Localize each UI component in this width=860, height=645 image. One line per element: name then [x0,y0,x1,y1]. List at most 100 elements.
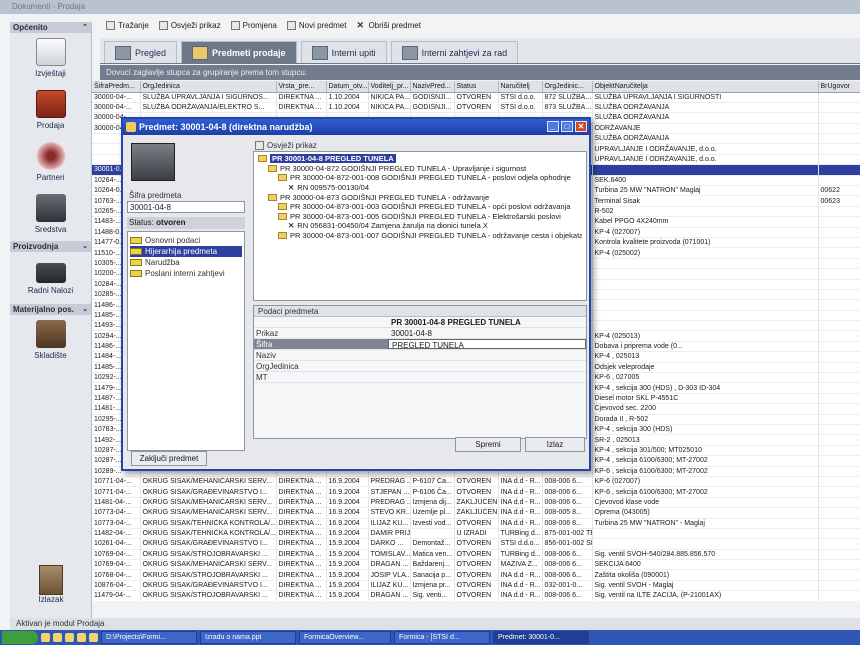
case-code-field[interactable]: 30001-04-8 [127,201,245,213]
quick-launch-icon[interactable] [89,633,98,642]
toolbar-refresh-button[interactable]: Osvježi prikaz [158,20,221,30]
save-button[interactable]: Spremi [455,437,521,452]
dialog-refresh-button[interactable]: Osvježi prikaz [253,139,587,151]
column-header[interactable]: Status [454,81,499,93]
property-row[interactable]: Šifra PREGLED TUNELA [254,339,586,350]
property-value[interactable] [388,372,586,382]
table-cell: 10876-04-... [92,580,141,592]
property-value[interactable] [388,350,586,360]
table-row[interactable]: 30000-04-... SLUŽBA ODRŽAVANJA/ELEKTRO S.… [92,102,860,114]
sidebar-item-sales[interactable]: Prodaja [10,85,91,137]
table-cell: STEVO KR... [368,507,411,519]
tree-node[interactable]: PR 30000-04-873-001-003 GODIŠNJI PREGLED… [258,202,582,212]
column-header[interactable]: Vrsta_pre... [276,81,327,93]
column-header[interactable]: Naručitelj [498,81,543,93]
toolbar-new-button[interactable]: Novi predmet [286,20,346,30]
dialog-nav-hierarchy[interactable]: Hijerarhija predmeta [130,246,242,257]
property-row[interactable]: Naziv [254,350,586,361]
property-value[interactable]: PR 30001-04-8 PREGLED TUNELA [388,317,586,327]
column-header[interactable]: BrUgovor [818,81,860,93]
table-cell: UPRAVLJANJE I ODRŽAVANJE, d.o.o. [592,154,819,166]
taskbar-button-formica[interactable]: Formica - [STSI d... [394,631,490,644]
taskbar-button-ppt[interactable]: Izradu o nama.ppt [200,631,296,644]
toolbar-search-button[interactable]: Tražanje [106,20,149,30]
column-header[interactable]: ŠifraPredm... [92,81,141,93]
sidebar-item-reports[interactable]: Izvještaji [10,33,91,85]
minimize-button[interactable]: _ [547,121,559,132]
dialog-title-bar[interactable]: Predmet: 30001-04-8 (direktna narudžba) … [123,119,589,135]
start-button[interactable] [2,631,38,644]
property-row[interactable]: MT [254,372,586,383]
property-value[interactable] [388,361,586,371]
dialog-nav-order[interactable]: Narudžba [130,257,242,268]
tree-node[interactable]: PR 30000-04-872 GODIŠNJI PREGLED TUNELA … [258,164,582,174]
table-row[interactable]: 10771-04-... OKRUG SISAK/MEHANIČARSKI SER… [92,476,860,488]
exit-dialog-button[interactable]: Izlaz [525,437,585,452]
quick-launch-icon[interactable] [53,633,62,642]
table-row[interactable]: 10771-04-... OKRUG SISAK/GRAĐEVINARSTVO I… [92,486,860,498]
tree-node[interactable]: ✕ RN 009575-00130/04 [258,183,582,193]
column-header[interactable]: NazivPred... [410,81,455,93]
taskbar-button-overview[interactable]: FormicaOverview... [299,631,391,644]
tab-internal-queries[interactable]: Interni upiti [300,41,387,63]
close-button[interactable]: ✕ [575,121,587,132]
tab-sales-cases[interactable]: Predmeti prodaje [181,41,297,63]
taskbar-button-projects[interactable]: D:\Projects\Formi... [101,631,197,644]
property-row[interactable]: OrgJedinica [254,361,586,372]
property-value[interactable]: 30001-04-8 [388,328,586,338]
tab-internal-requests[interactable]: Interni zahtjevi za rad [390,41,519,63]
column-header[interactable]: Voditelj_pr... [368,81,411,93]
tab-overview[interactable]: Pregled [104,41,178,63]
table-cell: OTVOREN [454,580,499,592]
toolbar-edit-button[interactable]: Promjena [230,20,277,30]
sidebar-item-work-orders[interactable]: Radni Nalozi [10,252,91,304]
exit-button[interactable]: Izlazak [10,560,92,612]
table-row[interactable]: 11482-04-... OKRUG SISAK/TEHNIČKA KONTROL… [92,528,860,540]
table-row[interactable]: 10769-04-... OKRUG SISAK/MEHANIČARSKI SER… [92,559,860,571]
tree-node[interactable]: PR 30000-04-873-001-007 GODIŠNJI PREGLED… [258,231,582,241]
tree-node[interactable]: PR 30000-04-873 GODIŠNJI PREGLED TUNELA … [258,192,582,202]
properties-header: Podaci predmeta [254,306,586,317]
column-header[interactable]: ObjektNaručitelja [592,81,819,93]
tree-node[interactable]: ✕ RN 056831-00450/04 Zamjena žaruljа na d… [258,221,582,231]
section-material[interactable]: Materijalno pos. ⌄ [10,304,91,315]
section-production[interactable]: Proizvodnja ⌄ [10,241,91,252]
quick-launch-icon[interactable] [77,633,86,642]
table-row[interactable]: 10768-04-... OKRUG SISAK/STROJOBRAVARSKI … [92,569,860,581]
tree-node[interactable]: PR 30000-04-873-001-005 GODIŠNJI PREGLED… [258,212,582,222]
sidebar-item-assets[interactable]: Sredstva [10,189,91,241]
section-general[interactable]: Općenito ⌃ [10,22,91,33]
property-row[interactable]: PR 30001-04-8 PREGLED TUNELA [254,317,586,328]
close-case-button[interactable]: Zaključi predmet [131,451,207,466]
table-row[interactable]: 10769-04-... OKRUG SISAK/STROJOBRAVARSKI … [92,549,860,561]
table-cell: Turbina 25 MW "NATRON" Maglaj [592,185,819,197]
sidebar-item-warehouse[interactable]: Skladište [10,315,91,367]
toolbar-delete-button[interactable]: ✕ Obriši predmet [356,20,420,30]
dialog-nav-requests[interactable]: Poslani interni zahtjevi [130,268,242,279]
tree-node[interactable]: PR 30001-04-8 PREGLED TUNELA [258,154,582,164]
table-cell [818,175,860,187]
table-row[interactable]: 10876-04-... OKRUG SISAK/GRAĐEVINARSTVO I… [92,580,860,592]
quick-launch-icon[interactable] [65,633,74,642]
column-header[interactable]: OrgJedinica [140,81,277,93]
table-row[interactable]: 11479-04-... OKRUG SISAK/STROJOBRAVARSKI … [92,590,860,601]
taskbar-button-case[interactable]: Predmet: 30001-0... [493,631,589,644]
table-row[interactable]: 10773-04-... OKRUG SISAK/MEHANIČARSKI SER… [92,507,860,519]
table-row[interactable]: 10261-04-... OKRUG SISAK/GRAĐEVINARSTVO I… [92,538,860,550]
column-header[interactable]: Datum_otv... [326,81,369,93]
property-value[interactable]: PREGLED TUNELA [388,339,586,350]
requests-icon [401,45,418,60]
table-row[interactable]: 10773-04-... OKRUG SISAK/TEHNIČKA KONTROL… [92,518,860,529]
table-cell: Matica ven... [410,549,455,561]
quick-launch-icon[interactable] [41,633,50,642]
tree-node[interactable]: PR 30000-04-872-001-008 GODIŠNJI PREGLED… [258,173,582,183]
column-header[interactable]: OrgJedinic... [542,81,593,93]
table-row[interactable]: 30000-04-... SLUŽBA UPRAVLJANJA I SIGURNO… [92,92,860,103]
dialog-nav-basic[interactable]: Osnovni podaci [130,235,242,246]
property-row[interactable]: Prikaz 30001-04-8 [254,328,586,339]
table-cell: Uzemlje pl... [410,507,455,519]
grouping-hint[interactable]: Dovucí zaglavlje stupca za grupiranje pr… [100,65,860,80]
maximize-button[interactable]: □ [561,121,573,132]
table-row[interactable]: 11481-04-... OKRUG SISAK/MEHANIČARSKI SER… [92,497,860,509]
sidebar-item-partners[interactable]: Partneri [10,137,91,189]
